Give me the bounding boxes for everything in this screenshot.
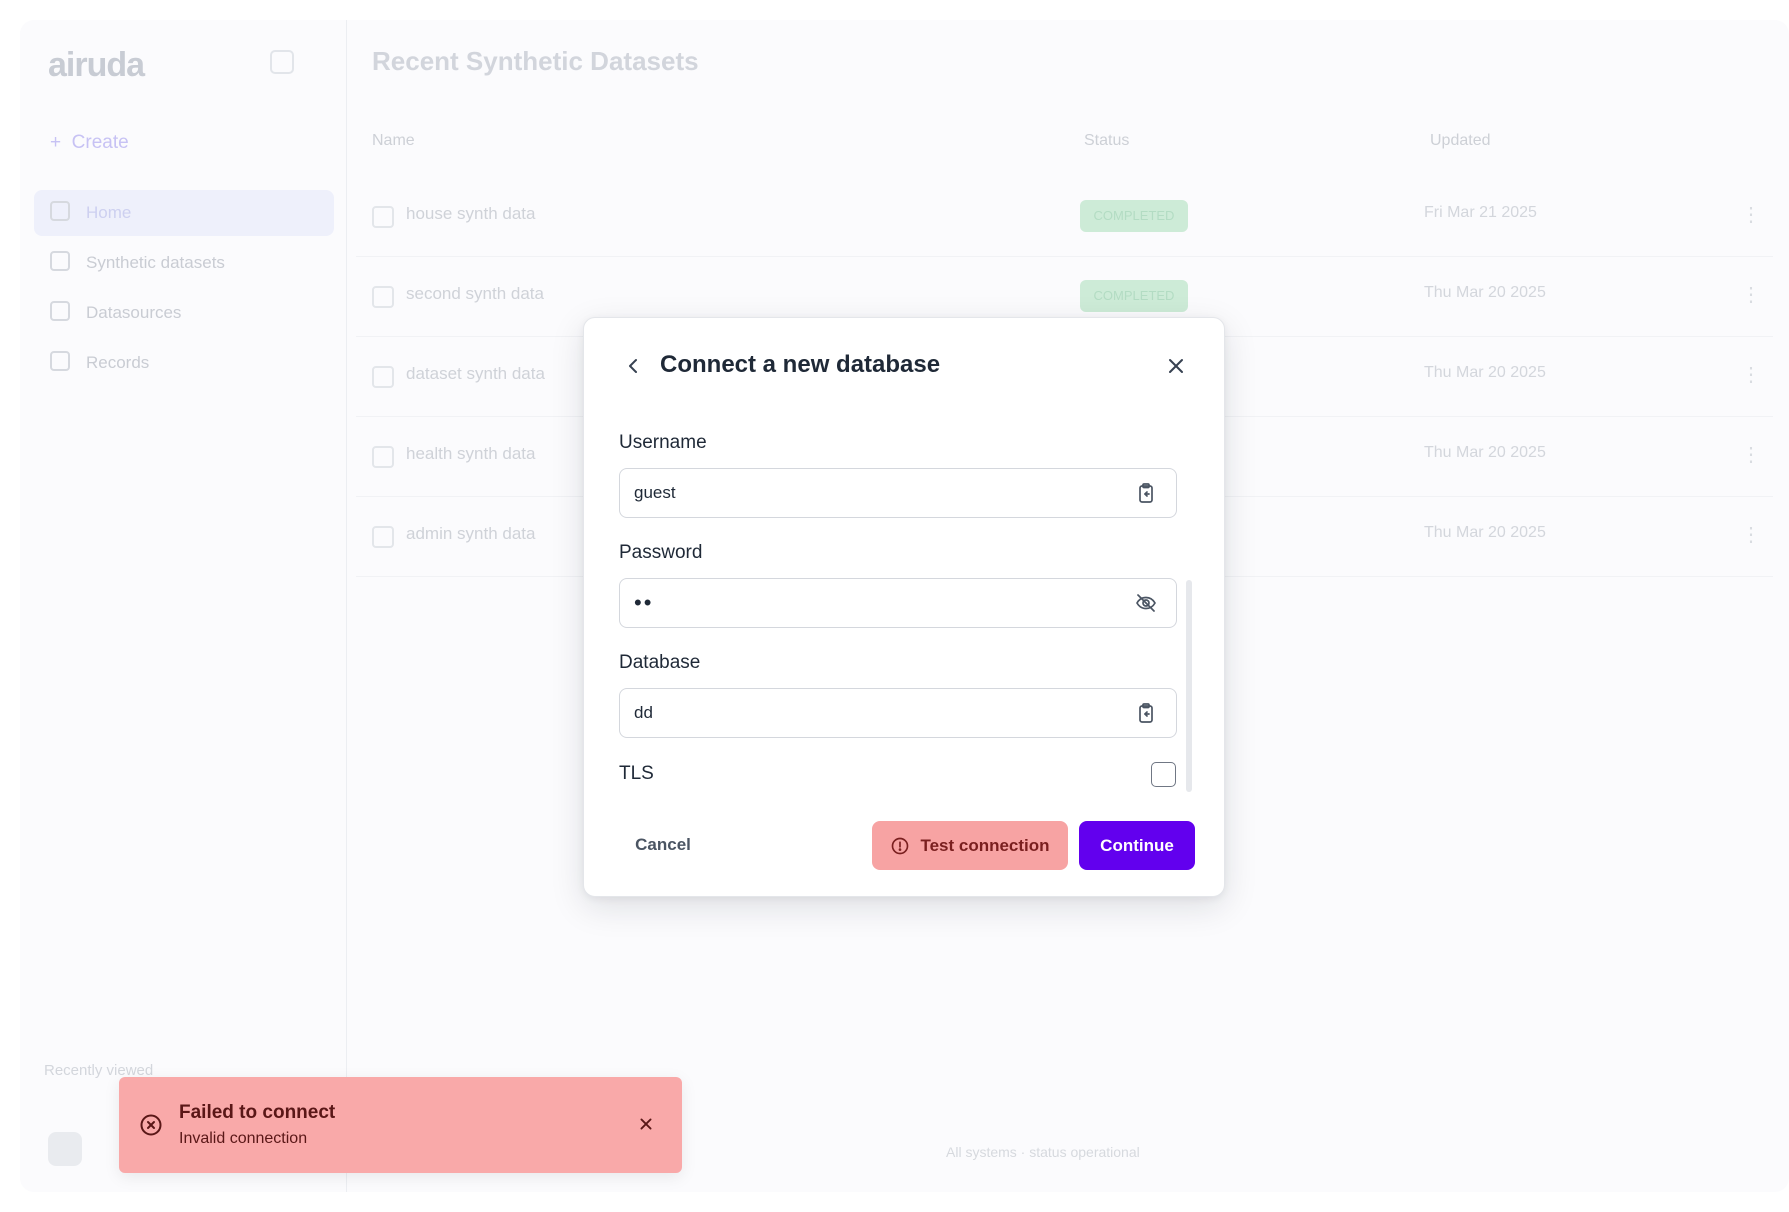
toggle-password-visibility-button[interactable] (1134, 591, 1158, 615)
status-badge: COMPLETED (1080, 280, 1188, 312)
footer-status-text: All systems · status operational (946, 1144, 1140, 1160)
clipboard-icon (1139, 703, 1153, 723)
table-row[interactable]: house synth data COMPLETED Fri Mar 21 20… (356, 176, 1773, 257)
sidebar-item-label: Synthetic datasets (86, 253, 225, 272)
sidebar-item-label: Records (86, 353, 150, 372)
test-connection-label: Test connection (920, 835, 1050, 855)
error-toast: Failed to connect Invalid connection (119, 1077, 682, 1173)
dialog-scrollbar[interactable] (1186, 580, 1192, 792)
x-circle-icon (139, 1113, 163, 1137)
database-label: Database (619, 652, 701, 673)
column-header-updated: Updated (1430, 132, 1491, 149)
row-menu-icon[interactable]: ⋮ (1741, 202, 1761, 227)
sidebar-item-records[interactable]: Records (34, 340, 334, 386)
password-field-container (619, 578, 1177, 628)
cancel-button[interactable]: Cancel (618, 821, 708, 869)
avatar[interactable] (48, 1132, 82, 1166)
dialog-title: Connect a new database (660, 351, 941, 378)
datasource-icon (50, 301, 70, 321)
sidebar: airuda + Create Home Synthetic datasets … (20, 20, 347, 1192)
back-button[interactable] (622, 354, 646, 378)
column-header-status: Status (1084, 132, 1130, 149)
row-icon (372, 206, 394, 228)
toast-title: Failed to connect (179, 1102, 336, 1123)
username-input[interactable] (634, 469, 1114, 517)
home-icon (50, 201, 70, 221)
close-button[interactable] (1164, 354, 1188, 378)
toast-close-button[interactable] (635, 1113, 657, 1135)
row-menu-icon[interactable]: ⋮ (1741, 522, 1761, 547)
row-date: Thu Mar 20 2025 (1424, 444, 1546, 461)
close-icon (640, 1118, 652, 1130)
sidebar-collapse-button[interactable] (270, 50, 294, 74)
row-date: Fri Mar 21 2025 (1424, 204, 1537, 221)
row-name: second synth data (406, 284, 544, 303)
row-date: Thu Mar 20 2025 (1424, 364, 1546, 381)
username-field-container (619, 468, 1177, 518)
sidebar-item-home[interactable]: Home (34, 190, 334, 236)
password-input[interactable] (634, 579, 1114, 627)
database-input[interactable] (634, 689, 1114, 737)
row-icon (372, 286, 394, 308)
row-date: Thu Mar 20 2025 (1424, 524, 1546, 541)
close-icon (1169, 359, 1183, 373)
row-menu-icon[interactable]: ⋮ (1741, 282, 1761, 307)
chevron-left-icon (629, 359, 637, 373)
create-label: Create (71, 132, 129, 153)
tls-checkbox[interactable] (1151, 762, 1176, 787)
paste-button[interactable] (1134, 701, 1158, 725)
toast-message: Invalid connection (179, 1130, 308, 1147)
status-badge: COMPLETED (1080, 200, 1188, 232)
sidebar-item-label: Datasources (86, 303, 182, 322)
alert-circle-icon (892, 837, 909, 854)
database-field-container (619, 688, 1177, 738)
records-icon (50, 351, 70, 371)
row-name: house synth data (406, 204, 536, 223)
sidebar-item-datasources[interactable]: Datasources (34, 290, 334, 336)
continue-button[interactable]: Continue (1079, 821, 1195, 870)
sidebar-item-synthetic-datasets[interactable]: Synthetic datasets (34, 240, 334, 286)
create-button[interactable]: + Create (50, 132, 129, 154)
sidebar-item-label: Home (86, 203, 132, 222)
row-icon (372, 526, 394, 548)
row-icon (372, 366, 394, 388)
logo: airuda (48, 46, 145, 84)
password-label: Password (619, 542, 703, 563)
eye-off-icon (1136, 594, 1156, 612)
column-header-name: Name (372, 132, 415, 149)
username-label: Username (619, 432, 707, 453)
row-icon (372, 446, 394, 468)
tls-label: TLS (619, 763, 654, 784)
paste-button[interactable] (1134, 481, 1158, 505)
connect-database-dialog: Connect a new database Username Password… (583, 317, 1225, 897)
row-menu-icon[interactable]: ⋮ (1741, 362, 1761, 387)
test-connection-button[interactable]: Test connection (872, 821, 1068, 870)
clipboard-icon (1139, 483, 1153, 503)
dataset-icon (50, 251, 70, 271)
row-name: admin synth data (406, 524, 536, 543)
page-title: Recent Synthetic Datasets (372, 46, 699, 76)
row-menu-icon[interactable]: ⋮ (1741, 442, 1761, 467)
row-name: health synth data (406, 444, 536, 463)
row-date: Thu Mar 20 2025 (1424, 284, 1546, 301)
row-name: dataset synth data (406, 364, 545, 383)
